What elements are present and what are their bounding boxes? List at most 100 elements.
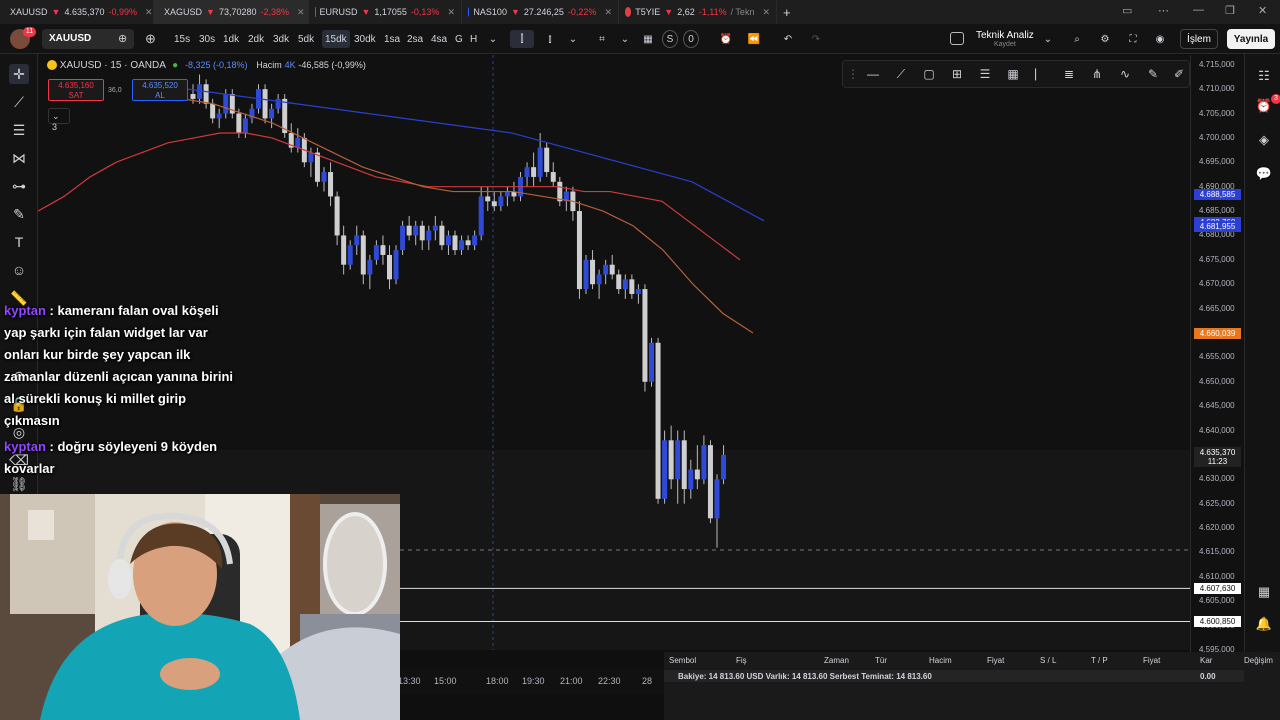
order-column-header[interactable]: Tür (875, 656, 887, 665)
vertical-line-icon[interactable]: ⎸ (1033, 66, 1049, 82)
order-column-header[interactable]: Hacim (929, 656, 952, 665)
fib-icon[interactable]: ☰ (977, 66, 993, 82)
tab-xauusd[interactable]: XAUUSD ▼ 4.635,370 -0,99% ✕ (0, 0, 154, 24)
rectangle-icon[interactable]: ▢ (921, 66, 937, 82)
price-scale[interactable]: 4.715,000 4.710,000 4.705,000 4.700,000 4.69… (1190, 55, 1244, 655)
pen-icon[interactable]: ✎ (1145, 66, 1161, 82)
alert-icon[interactable]: ⏰ (718, 30, 734, 48)
order-column-header[interactable]: T / P (1091, 656, 1108, 665)
grid-icon[interactable]: ▦ (1005, 66, 1021, 82)
minimize-icon[interactable]: — (1193, 4, 1204, 16)
layout-icon[interactable]: ▭ (1122, 4, 1132, 17)
order-column-header[interactable]: Fiyat (987, 656, 1004, 665)
emoji-icon[interactable]: ☺ (9, 260, 29, 280)
brush-icon[interactable]: ✎ (9, 204, 29, 224)
candle-body (655, 342, 661, 499)
close-tab-icon[interactable]: ✕ (762, 7, 770, 18)
chevron-down-icon[interactable]: ⌄ (568, 30, 578, 48)
candle-body (262, 89, 268, 119)
publish-button[interactable]: Yayınla (1227, 29, 1275, 49)
camera-icon[interactable]: ◉ (1152, 30, 1168, 48)
close-tab-icon[interactable]: ✕ (447, 7, 455, 18)
interval-15dk[interactable]: 15dk (322, 30, 350, 48)
o-toggle[interactable]: 0 (683, 30, 699, 48)
chevron-down-icon[interactable]: ⌄ (488, 30, 498, 48)
fullscreen-icon[interactable]: ⛶ (1125, 30, 1141, 48)
interval-2sa[interactable]: 2sa (407, 30, 423, 48)
indicator-collapse[interactable]: ⌄ 3 (48, 108, 70, 132)
brush-icon[interactable]: ✐ (1171, 66, 1187, 82)
crosshair-box-icon[interactable]: ⊞ (949, 66, 965, 82)
chevron-down-icon[interactable]: ⌄ (620, 30, 630, 48)
trend-line-icon[interactable]: ⟋ (893, 66, 909, 82)
interval-3dk[interactable]: 3dk (273, 30, 289, 48)
settings-icon[interactable]: ⚙ (1097, 30, 1113, 48)
interval-1sa[interactable]: 1sa (384, 30, 400, 48)
sell-button[interactable]: 4.635,160 SAT (48, 79, 104, 101)
replay-icon[interactable]: ⏪ (746, 30, 762, 48)
text-icon[interactable]: T (9, 232, 29, 252)
tab-nas100[interactable]: NAS100 ▼ 27.246,25 -0,22% ✕ (462, 0, 619, 24)
new-tab-icon[interactable]: + (777, 0, 797, 24)
tab-t5yie[interactable]: T5YIE ▼ 2,62 -1,11% / Tekn ✕ (619, 0, 777, 24)
bars-icon[interactable]: ⫾ (542, 30, 558, 48)
order-column-header[interactable]: Kar (1200, 656, 1212, 665)
watchlist-icon[interactable]: ☷ (1254, 66, 1274, 86)
crosshair-icon[interactable]: ✛ (9, 64, 29, 84)
compare-icon[interactable]: ⊕ (145, 31, 156, 47)
interval-G[interactable]: G (455, 30, 463, 48)
order-column-header[interactable]: Sembol (669, 656, 696, 665)
channel-icon[interactable]: ≣ (1061, 66, 1077, 82)
tab-price: 1,17055 (374, 7, 407, 17)
order-column-header[interactable]: Fiş (736, 656, 747, 665)
chevron-down-icon[interactable]: ⌄ (1043, 30, 1053, 48)
order-column-header[interactable]: S / L (1040, 656, 1056, 665)
interval-2dk[interactable]: 2dk (248, 30, 264, 48)
layout-checkbox-icon[interactable] (950, 32, 964, 45)
chat-icon[interactable]: 💬 (1254, 164, 1274, 184)
search-icon[interactable]: ⌕ (1069, 30, 1085, 48)
pattern-icon[interactable]: ⋈ (9, 148, 29, 168)
time-axis[interactable]: 13:30 15:00 18:00 19:30 21:00 22:30 28 (398, 668, 664, 694)
path-icon[interactable]: ∿ (1117, 66, 1133, 82)
measure-icon[interactable]: ⊶ (9, 176, 29, 196)
chat-text: kameranı falan oval köşeli yap şarkı içi… (4, 303, 234, 428)
notification-icon[interactable]: 🔔 (1254, 614, 1274, 634)
close-tab-icon[interactable]: ✕ (145, 7, 153, 18)
order-column-header[interactable]: Fiyat (1143, 656, 1160, 665)
interval-15s[interactable]: 15s (174, 30, 190, 48)
fib-icon[interactable]: ☰ (9, 120, 29, 140)
tab-eurusd[interactable]: EURUSD ▼ 1,17055 -0,13% ✕ (309, 0, 462, 24)
candles-icon[interactable]: ⫿ (510, 30, 534, 48)
trend-line-icon[interactable]: ⟋ (9, 92, 29, 112)
indicators-icon[interactable]: ⌗ (594, 30, 610, 48)
interval-5dk[interactable]: 5dk (298, 30, 314, 48)
interval-4sa[interactable]: 4sa (431, 30, 447, 48)
trade-button[interactable]: İşlem (1180, 29, 1218, 49)
s-toggle[interactable]: S (662, 30, 678, 48)
buy-button[interactable]: 4.635,520 AL (132, 79, 188, 101)
interval-30s[interactable]: 30s (199, 30, 215, 48)
interval-30dk[interactable]: 30dk (354, 30, 376, 48)
pitchfork-icon[interactable]: ⋔ (1089, 66, 1105, 82)
close-tab-icon[interactable]: ✕ (297, 7, 305, 18)
calendar-icon[interactable]: ▦ (1254, 582, 1274, 602)
close-tab-icon[interactable]: ✕ (604, 7, 612, 18)
tab-xagusd[interactable]: XAGUSD ▼ 73,70280 -2,38% ✕ (154, 0, 309, 24)
horizontal-line-icon[interactable]: ― (865, 66, 881, 82)
interval-1dk[interactable]: 1dk (223, 30, 239, 48)
add-symbol-icon[interactable]: ⊕ (118, 32, 127, 45)
drag-handle-icon[interactable]: ⋮ (845, 66, 861, 82)
more-icon[interactable]: ⋯ (1158, 4, 1169, 17)
undo-icon[interactable]: ↶ (780, 30, 796, 48)
order-column-header[interactable]: Zaman (824, 656, 849, 665)
maximize-icon[interactable]: ❐ (1225, 4, 1235, 17)
templates-icon[interactable]: ▦ (640, 30, 656, 48)
order-column-header[interactable]: Değişim (1244, 656, 1273, 665)
interval-H[interactable]: H (470, 30, 477, 48)
redo-icon[interactable]: ↷ (808, 30, 824, 48)
layers-icon[interactable]: ◈ (1254, 130, 1274, 150)
close-window-icon[interactable]: ✕ (1258, 4, 1267, 17)
candle-body (596, 274, 602, 285)
layout-name[interactable]: Teknik Analiz (976, 30, 1034, 41)
